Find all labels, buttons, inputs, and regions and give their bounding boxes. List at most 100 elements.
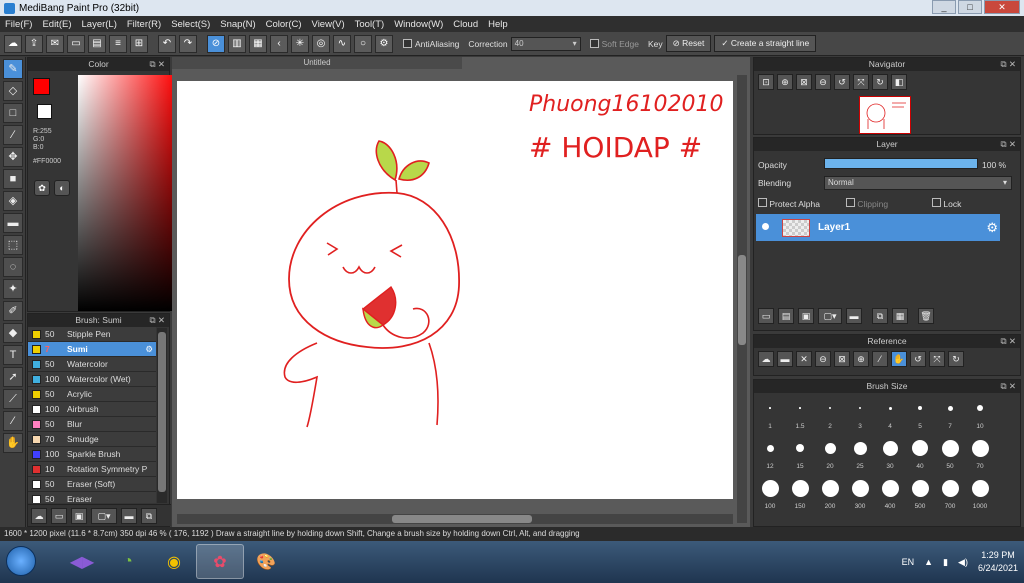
navigator-thumbnail[interactable] [859, 96, 911, 134]
add-layer-dropdown-icon[interactable]: ▢▾ [818, 308, 842, 324]
new-file-icon[interactable]: ▭ [67, 34, 85, 53]
saturation-value-picker[interactable] [78, 75, 178, 311]
zoom-out-icon[interactable]: ⊖ [815, 74, 831, 90]
clipping-option[interactable]: Clipping [846, 198, 888, 209]
save-icon[interactable]: ▤ [88, 34, 106, 53]
bucket-tool-icon[interactable]: ◈ [3, 191, 23, 211]
open-folder-icon[interactable]: ▬ [777, 351, 793, 367]
brush-size-option[interactable]: 4 [876, 396, 904, 436]
vanishing-point-icon[interactable]: ‹ [270, 34, 288, 53]
app-launcher-icon[interactable]: ◔ [104, 544, 152, 579]
brush-item[interactable]: 50 Blur [28, 417, 156, 432]
panel-close-icon[interactable]: ⧉ ✕ [149, 314, 165, 327]
opacity-slider[interactable] [824, 158, 978, 169]
menu-edit[interactable]: Edit(E) [37, 19, 76, 30]
brush-size-option[interactable]: 15 [786, 436, 814, 476]
scroll-thumb[interactable] [392, 515, 532, 523]
brush-size-option[interactable]: 12 [756, 436, 784, 476]
flip-icon[interactable]: ◧ [891, 74, 907, 90]
new-halftone-layer-icon[interactable]: ▤ [778, 308, 794, 324]
reset-button[interactable]: ⊘ Reset [665, 35, 712, 52]
eyedropper-icon[interactable]: ⁄ [872, 351, 888, 367]
delete-layer-icon[interactable]: 🗑 [918, 308, 934, 324]
panel-close-icon[interactable]: ⧉ ✕ [1000, 335, 1016, 348]
brush-item[interactable]: 7 Sumi ⚙ [28, 342, 156, 357]
volume-icon[interactable]: ◀) [958, 557, 968, 568]
create-straight-line-button[interactable]: ✓ Create a straight line [714, 35, 817, 52]
menu-file[interactable]: File(F) [0, 19, 37, 30]
clock[interactable]: 1:29 PM 6/24/2021 [978, 549, 1018, 575]
menu-select[interactable]: Select(S) [166, 19, 215, 30]
add-brush-dropdown-icon[interactable]: ▢▾ [91, 507, 117, 524]
copy-icon[interactable]: ⧉ [141, 507, 157, 524]
new-layer-icon[interactable]: ▭ [758, 308, 774, 324]
eyedropper-icon[interactable]: ⁄ [3, 411, 23, 431]
ellipse-snap-icon[interactable]: ○ [354, 34, 372, 53]
select-eraser-icon[interactable]: ◆ [3, 323, 23, 343]
lasso-tool-icon[interactable]: ◌ [3, 257, 23, 277]
crisscross-snap-icon[interactable]: ▦ [249, 34, 267, 53]
antialiasing-checkbox[interactable] [403, 39, 412, 48]
hand-icon[interactable]: ✋ [891, 351, 907, 367]
merge-layer-icon[interactable]: ⧉ [872, 308, 888, 324]
menu-view[interactable]: View(V) [307, 19, 350, 30]
brush-size-option[interactable]: 150 [786, 476, 814, 516]
brush-item[interactable]: 100 Watercolor (Wet) [28, 372, 156, 387]
medibang-icon[interactable]: ✿ [196, 544, 244, 579]
actual-size-icon[interactable]: ⊠ [796, 74, 812, 90]
select-tool-icon[interactable]: ⬚ [3, 235, 23, 255]
layers-icon[interactable]: ≡ [109, 34, 127, 53]
panel-close-icon[interactable]: ⧉ ✕ [1000, 58, 1016, 71]
rotate-right-icon[interactable]: ↻ [948, 351, 964, 367]
menu-snap[interactable]: Snap(N) [215, 19, 260, 30]
cloud-brush-icon[interactable]: ☁ [31, 507, 47, 524]
menu-layer[interactable]: Layer(L) [77, 19, 122, 30]
dot-tool-icon[interactable]: □ [3, 103, 23, 123]
menu-window[interactable]: Window(W) [389, 19, 448, 30]
chrome-icon[interactable]: ◉ [150, 544, 198, 579]
radial-snap-icon[interactable]: ✳ [291, 34, 309, 53]
brush-size-option[interactable]: 500 [906, 476, 934, 516]
cloud-icon[interactable]: ☁ [4, 34, 22, 53]
zoom-in-icon[interactable]: ⊕ [777, 74, 793, 90]
color-swap-icon[interactable]: ◐ [54, 180, 70, 196]
menu-help[interactable]: Help [483, 19, 513, 30]
folder-icon[interactable]: ▬ [121, 507, 137, 524]
palette-icon[interactable]: ✿ [34, 180, 50, 196]
brush-item[interactable]: 50 Stipple Pen [28, 327, 156, 342]
duplicate-layer-icon[interactable]: ▣ [798, 308, 814, 324]
gear-icon[interactable]: ⚙ [145, 344, 153, 355]
brush-size-option[interactable]: 40 [906, 436, 934, 476]
brush-size-option[interactable]: 30 [876, 436, 904, 476]
maximize-button[interactable]: □ [958, 0, 982, 14]
language-indicator[interactable]: EN [902, 557, 915, 567]
brush-tool-icon[interactable]: ✎ [3, 59, 23, 79]
cloud-icon[interactable]: ☁ [758, 351, 774, 367]
paint-icon[interactable]: 🎨 [242, 544, 290, 579]
brush-size-option[interactable]: 3 [846, 396, 874, 436]
eraser-tool-icon[interactable]: ◇ [3, 81, 23, 101]
zoom-in-icon[interactable]: ⊕ [853, 351, 869, 367]
canvas-vertical-scrollbar[interactable] [737, 75, 747, 523]
brush-item[interactable]: 70 Smudge [28, 432, 156, 447]
brush-size-option[interactable]: 10 [966, 396, 994, 436]
layer-visibility-icon[interactable] [762, 223, 769, 230]
clipping-checkbox[interactable] [846, 198, 855, 207]
background-color-swatch[interactable] [37, 104, 52, 119]
brush-size-option[interactable]: 50 [936, 436, 964, 476]
gradient-tool-icon[interactable]: ▬ [3, 213, 23, 233]
zoom-fit-icon[interactable]: ⊡ [758, 74, 774, 90]
snap-off-icon[interactable]: ⊘ [207, 34, 225, 53]
brush-size-option[interactable]: 1 [756, 396, 784, 436]
network-icon[interactable]: ▮ [943, 557, 948, 568]
comment-icon[interactable]: ✉ [46, 34, 64, 53]
select-pen-icon[interactable]: ✐ [3, 301, 23, 321]
minimize-button[interactable]: _ [932, 0, 956, 14]
protect-alpha-option[interactable]: Protect Alpha [758, 198, 820, 209]
correction-select[interactable]: 40 [510, 36, 581, 51]
brush-size-option[interactable]: 200 [816, 476, 844, 516]
lock-option[interactable]: Lock [932, 198, 961, 209]
scroll-thumb[interactable] [158, 332, 166, 492]
circle-snap-icon[interactable]: ◎ [312, 34, 330, 53]
lock-checkbox[interactable] [932, 198, 941, 207]
